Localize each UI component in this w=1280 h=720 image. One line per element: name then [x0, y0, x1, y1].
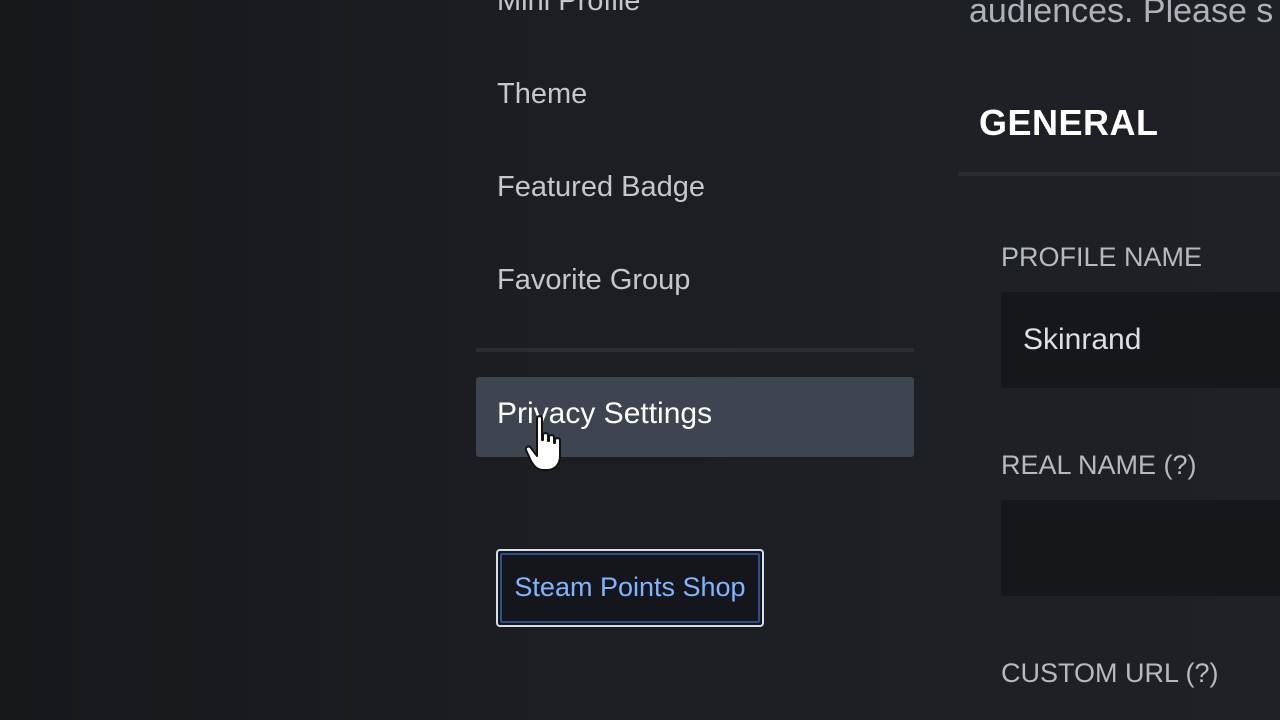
real-name-input[interactable] — [1001, 500, 1280, 596]
profile-name-label: PROFILE NAME — [1001, 242, 1203, 272]
section-title-general: GENERAL — [979, 102, 1159, 143]
edit-profile-page: Mini Profile Theme Featured Badge Favori… — [0, 0, 1280, 720]
section-divider — [958, 172, 1280, 176]
nav-divider — [476, 348, 914, 352]
steam-points-shop-button[interactable]: Steam Points Shop — [496, 549, 764, 627]
steam-points-shop-label: Steam Points Shop — [514, 572, 746, 602]
profile-name-input[interactable]: Skinrand — [1001, 292, 1280, 388]
intro-text: audiences. Please s — [969, 0, 1274, 30]
nav-item-mini-profile[interactable]: Mini Profile — [497, 0, 640, 18]
general-settings-panel: audiences. Please s GENERAL PROFILE NAME… — [958, 0, 1280, 720]
nav-item-featured-badge[interactable]: Featured Badge — [497, 171, 705, 204]
profile-name-value: Skinrand — [1023, 323, 1142, 356]
nav-item-theme[interactable]: Theme — [497, 78, 587, 111]
real-name-label[interactable]: REAL NAME (?) — [1001, 450, 1197, 481]
hand-pointer-icon — [524, 415, 561, 471]
profile-settings-nav: Mini Profile Theme Featured Badge Favori… — [476, 0, 914, 720]
nav-item-favorite-group[interactable]: Favorite Group — [497, 264, 690, 297]
custom-url-label[interactable]: CUSTOM URL (?) — [1001, 658, 1219, 689]
